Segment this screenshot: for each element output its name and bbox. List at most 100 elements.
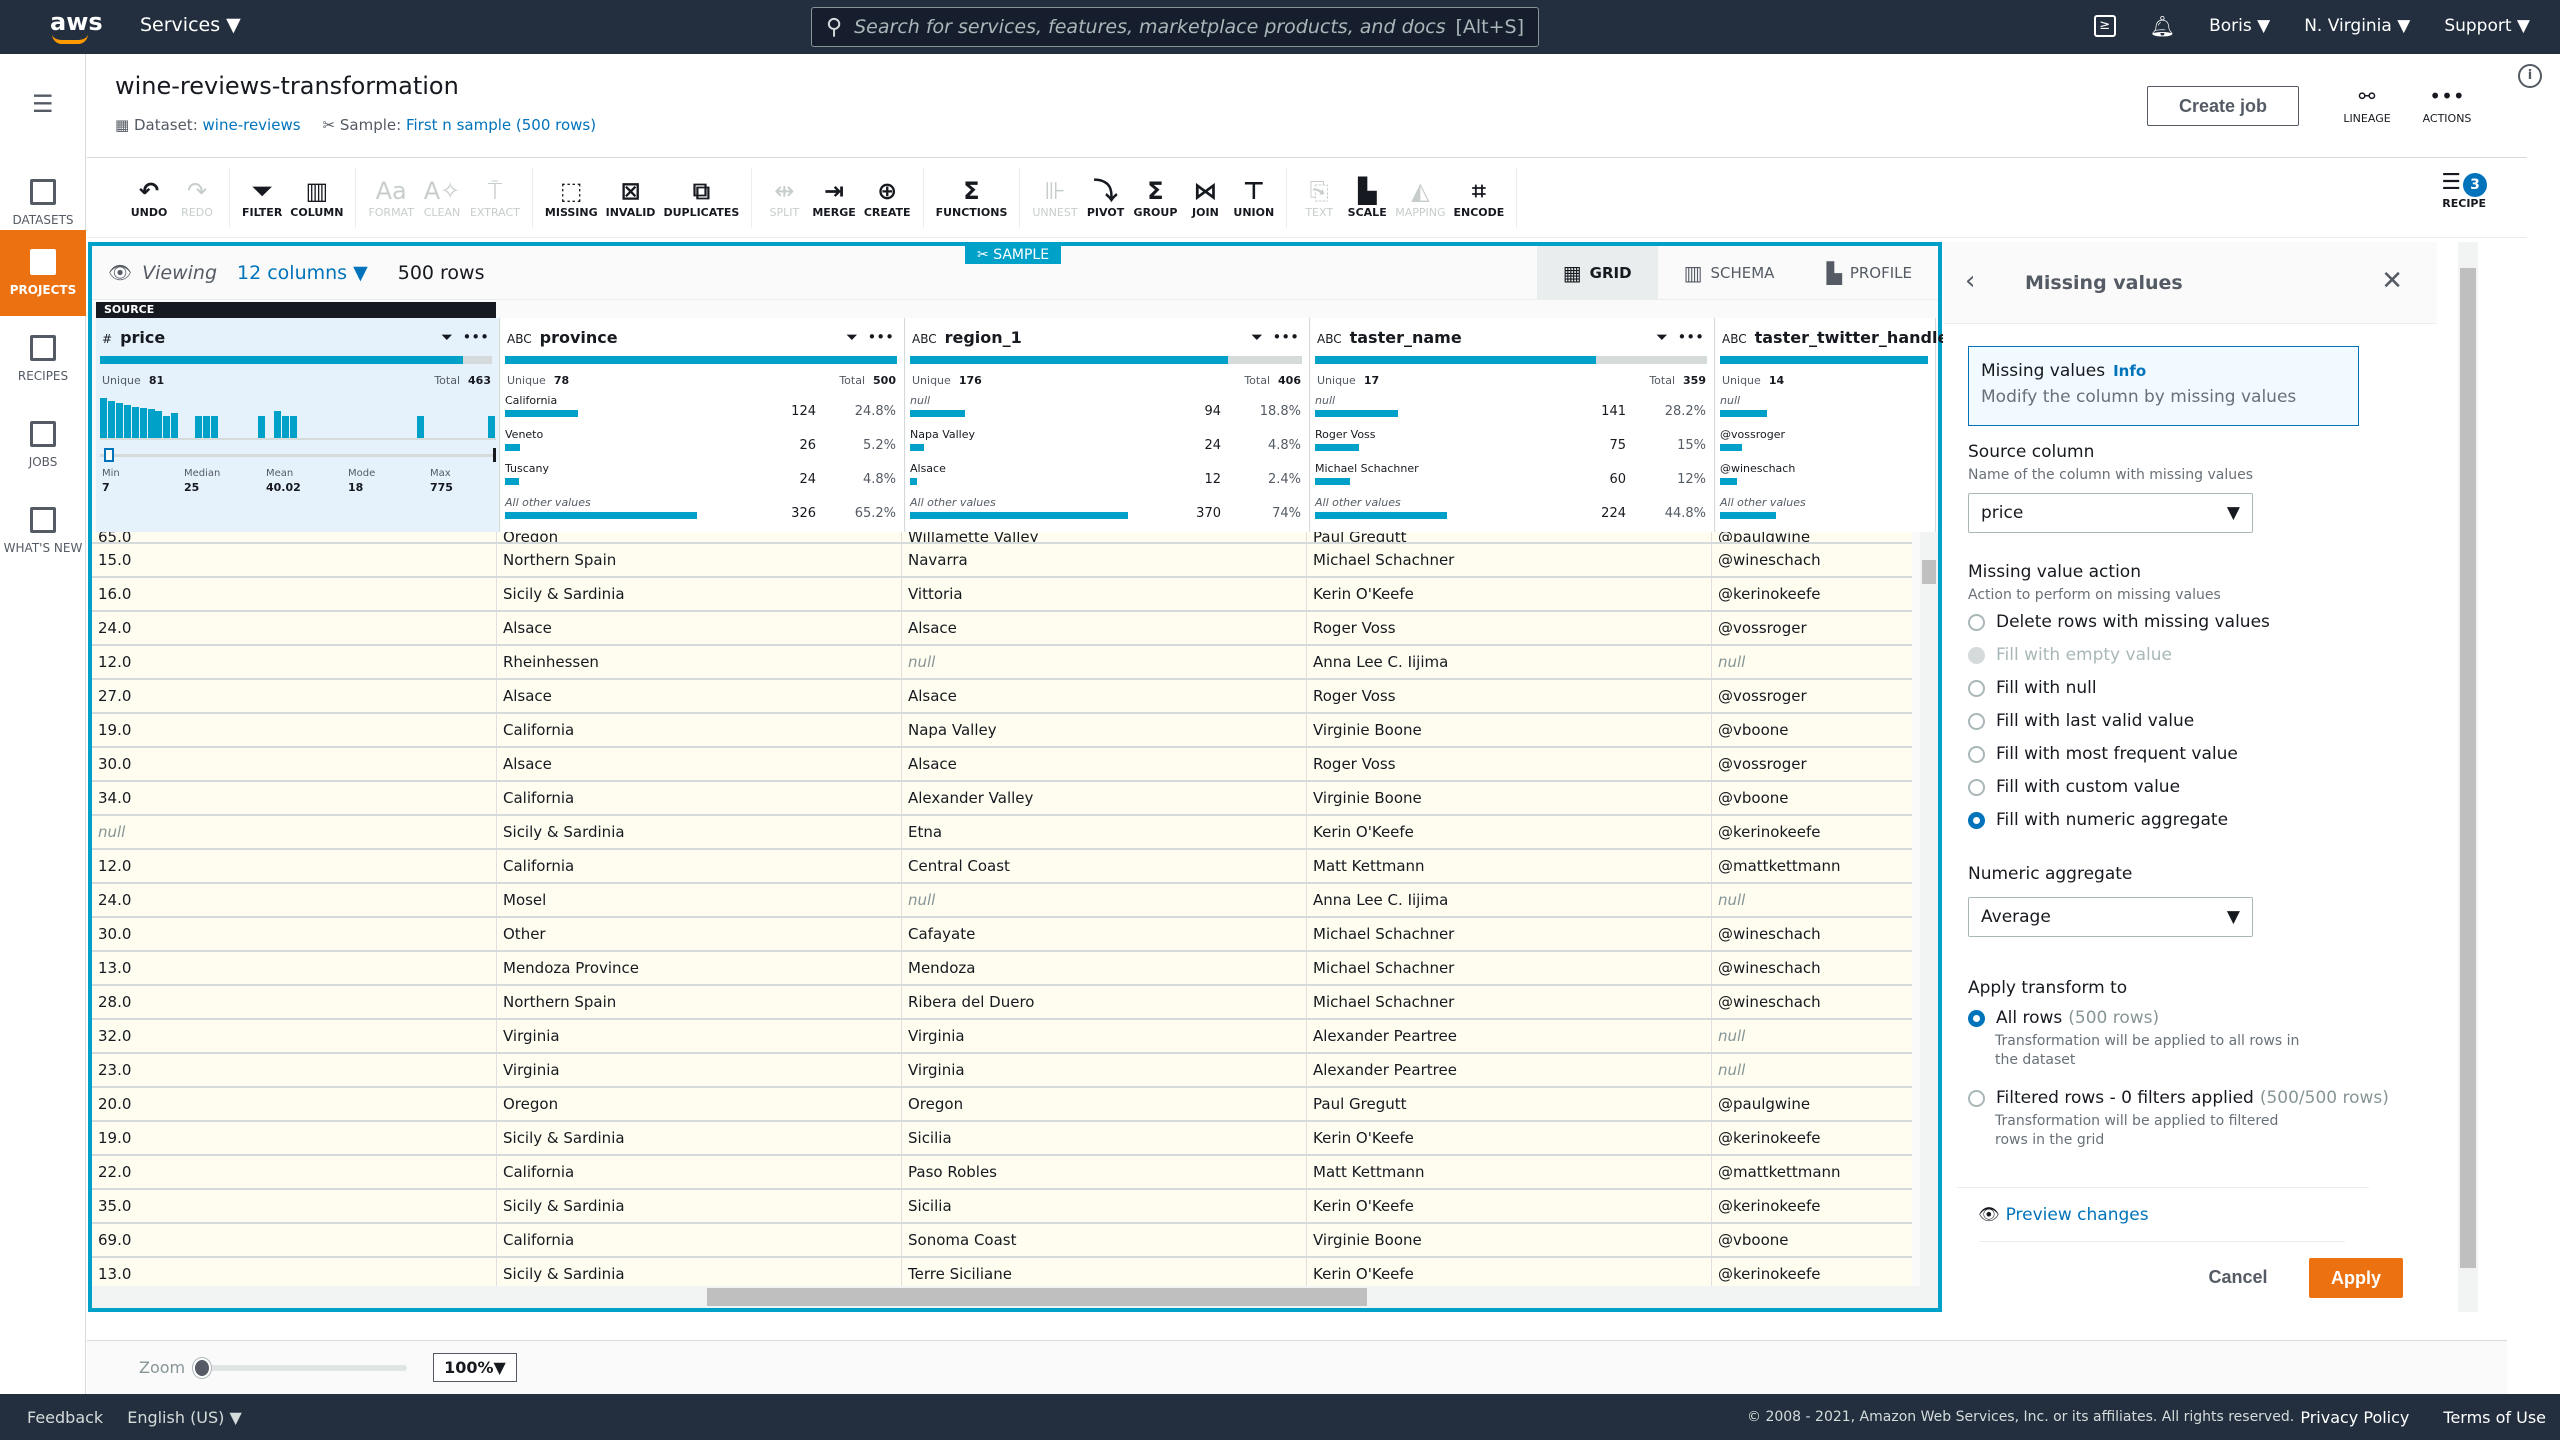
filter-icon[interactable]: ⏷ (441, 328, 453, 346)
action-radio-fill-with-null[interactable]: Fill with null (1968, 678, 2097, 698)
table-cell[interactable]: Alsace (497, 680, 902, 712)
create-button[interactable]: ⊕ CREATE (860, 176, 915, 219)
join-button[interactable]: ⋈ JOIN (1181, 176, 1229, 219)
value-distribution-row[interactable]: Tuscany 24 4.8% (505, 462, 896, 496)
value-distribution-row[interactable]: null 94 18.8% (910, 394, 1301, 428)
table-cell[interactable]: Napa Valley (902, 714, 1307, 746)
table-cell[interactable]: 34.0 (92, 782, 497, 814)
invalid-button[interactable]: ⊠ INVALID (602, 176, 660, 219)
zoom-select[interactable]: 100%▼ (433, 1353, 517, 1382)
filter-icon[interactable]: ⏷ (1656, 328, 1668, 346)
sidebar-item-recipes[interactable]: RECIPES (0, 316, 86, 402)
column-header-region-1[interactable]: ABC region_1 ⏷ ••• Unique 176 Total 406 null 94 1… (906, 318, 1310, 532)
missing-button[interactable]: ⬚ MISSING (541, 176, 602, 219)
table-cell[interactable]: Virginia (497, 1020, 902, 1052)
source-column-select[interactable]: price ▼ (1968, 493, 2253, 533)
table-cell[interactable]: 19.0 (92, 714, 497, 746)
table-row[interactable]: 20.0 Oregon Oregon Paul Gregutt @paulgwine (92, 1088, 1912, 1122)
table-cell[interactable]: @paulgwine (1712, 532, 1912, 542)
table-row[interactable]: 22.0 California Paso Robles Matt Kettmann @m… (92, 1156, 1912, 1190)
table-cell[interactable]: Kerin O'Keefe (1307, 1190, 1712, 1222)
table-cell[interactable]: Sicily & Sardinia (497, 1190, 902, 1222)
sidebar-item-whats-new[interactable]: WHAT'S NEW (0, 488, 86, 574)
table-cell[interactable]: @mattkettmann (1712, 1156, 1912, 1188)
table-cell[interactable]: Northern Spain (497, 544, 902, 576)
numeric-aggregate-select[interactable]: Average ▼ (1968, 897, 2253, 937)
table-row[interactable]: 30.0 Other Cafayate Michael Schachner @wines… (92, 918, 1912, 952)
table-cell[interactable]: Mendoza Province (497, 952, 902, 984)
table-cell[interactable]: Sonoma Coast (902, 1224, 1307, 1256)
table-cell[interactable]: Oregon (497, 532, 902, 542)
table-cell[interactable]: Anna Lee C. Iijima (1307, 884, 1712, 916)
language-select[interactable]: English (US) ▼ (127, 1408, 242, 1427)
table-row[interactable]: 27.0 Alsace Alsace Roger Voss @vossroger (92, 680, 1912, 714)
tab-schema[interactable]: ▥ SCHEMA (1658, 246, 1801, 300)
table-cell[interactable]: @vossroger (1712, 680, 1912, 712)
table-cell[interactable]: Kerin O'Keefe (1307, 1258, 1712, 1288)
table-cell[interactable]: Matt Kettmann (1307, 850, 1712, 882)
value-distribution-row[interactable]: All other values 326 65.2% (505, 496, 896, 530)
group-button[interactable]: Σ GROUP (1130, 176, 1182, 219)
support-menu[interactable]: Support ▼ (2444, 16, 2530, 36)
table-cell[interactable]: @wineschach (1712, 952, 1912, 984)
table-cell[interactable]: Rheinhessen (497, 646, 902, 678)
table-cell[interactable]: Michael Schachner (1307, 918, 1712, 950)
table-cell[interactable]: 23.0 (92, 1054, 497, 1086)
table-cell[interactable]: Sicily & Sardinia (497, 578, 902, 610)
column-header-province[interactable]: ABC province ⏷ ••• Unique 78 Total 500 Californ… (501, 318, 905, 532)
table-cell[interactable]: Paul Gregutt (1307, 532, 1712, 542)
table-cell[interactable]: Sicilia (902, 1190, 1307, 1222)
table-cell[interactable]: Sicilia (902, 1122, 1307, 1154)
value-distribution-row[interactable]: Alsace 12 2.4% (910, 462, 1301, 496)
table-cell[interactable]: 24.0 (92, 612, 497, 644)
table-cell[interactable]: Other (497, 918, 902, 950)
info-icon[interactable]: i (2518, 64, 2542, 88)
value-distribution-row[interactable]: Veneto 26 5.2% (505, 428, 896, 462)
menu-icon[interactable]: ☰ (32, 90, 54, 118)
table-cell[interactable]: null (902, 646, 1307, 678)
services-menu[interactable]: Services ▼ (140, 14, 241, 36)
action-radio-fill-with-most-frequent-value[interactable]: Fill with most frequent value (1968, 744, 2238, 764)
table-cell[interactable]: California (497, 714, 902, 746)
sample-link[interactable]: First n sample (500 rows) (406, 116, 596, 134)
more-icon[interactable]: ••• (462, 328, 489, 346)
region-menu[interactable]: N. Virginia ▼ (2304, 16, 2410, 36)
scrollbar-thumb[interactable] (1922, 560, 1936, 584)
close-icon[interactable]: ✕ (2381, 266, 2403, 296)
table-cell[interactable]: Cafayate (902, 918, 1307, 950)
table-row[interactable]: 65.0 Oregon Willamette Valley Paul Gregutt @… (92, 532, 1912, 544)
undo-button[interactable]: ↶ UNDO (125, 176, 173, 219)
encode-button[interactable]: ⌗ ENCODE (1449, 176, 1508, 219)
table-cell[interactable]: 35.0 (92, 1190, 497, 1222)
dataset-link[interactable]: wine-reviews (203, 116, 301, 134)
zoom-slider[interactable] (193, 1357, 408, 1378)
table-cell[interactable]: Etna (902, 816, 1307, 848)
table-cell[interactable]: @vossroger (1712, 612, 1912, 644)
table-cell[interactable]: @kerinokeefe (1712, 816, 1912, 848)
table-row[interactable]: 69.0 California Sonoma Coast Virginie Boone… (92, 1224, 1912, 1258)
table-row[interactable]: 12.0 California Central Coast Matt Kettmann… (92, 850, 1912, 884)
value-distribution-row[interactable]: Roger Voss 75 15% (1315, 428, 1706, 462)
tab-profile[interactable]: ▙ PROFILE (1800, 246, 1938, 300)
table-cell[interactable]: Virginie Boone (1307, 714, 1712, 746)
table-cell[interactable]: null (1712, 1054, 1912, 1086)
info-link[interactable]: Info (2113, 362, 2146, 380)
table-row[interactable]: 15.0 Northern Spain Navarra Michael Schachn… (92, 544, 1912, 578)
table-cell[interactable]: null (1712, 1020, 1912, 1052)
table-cell[interactable]: 22.0 (92, 1156, 497, 1188)
value-distribution-row[interactable]: California 124 24.8% (505, 394, 896, 428)
table-cell[interactable]: @wineschach (1712, 544, 1912, 576)
column-header-taster-name[interactable]: ABC taster_name ⏷ ••• Unique 17 Total 359 null 1… (1311, 318, 1715, 532)
table-cell[interactable]: California (497, 782, 902, 814)
table-row[interactable]: 23.0 Virginia Virginia Alexander Peartree nu… (92, 1054, 1912, 1088)
table-cell[interactable]: null (1712, 646, 1912, 678)
apply-filtered-rows-radio[interactable]: Filtered rows - 0 filters applied (500/50… (1968, 1088, 2389, 1108)
table-cell[interactable]: 13.0 (92, 1258, 497, 1288)
table-cell[interactable]: Sicily & Sardinia (497, 1258, 902, 1288)
table-cell[interactable]: Northern Spain (497, 986, 902, 1018)
user-menu[interactable]: Boris ▼ (2209, 16, 2270, 36)
table-cell[interactable]: 69.0 (92, 1224, 497, 1256)
table-cell[interactable]: @kerinokeefe (1712, 1258, 1912, 1288)
table-cell[interactable]: Kerin O'Keefe (1307, 1122, 1712, 1154)
filter-button[interactable]: ⏷ FILTER (238, 176, 286, 219)
